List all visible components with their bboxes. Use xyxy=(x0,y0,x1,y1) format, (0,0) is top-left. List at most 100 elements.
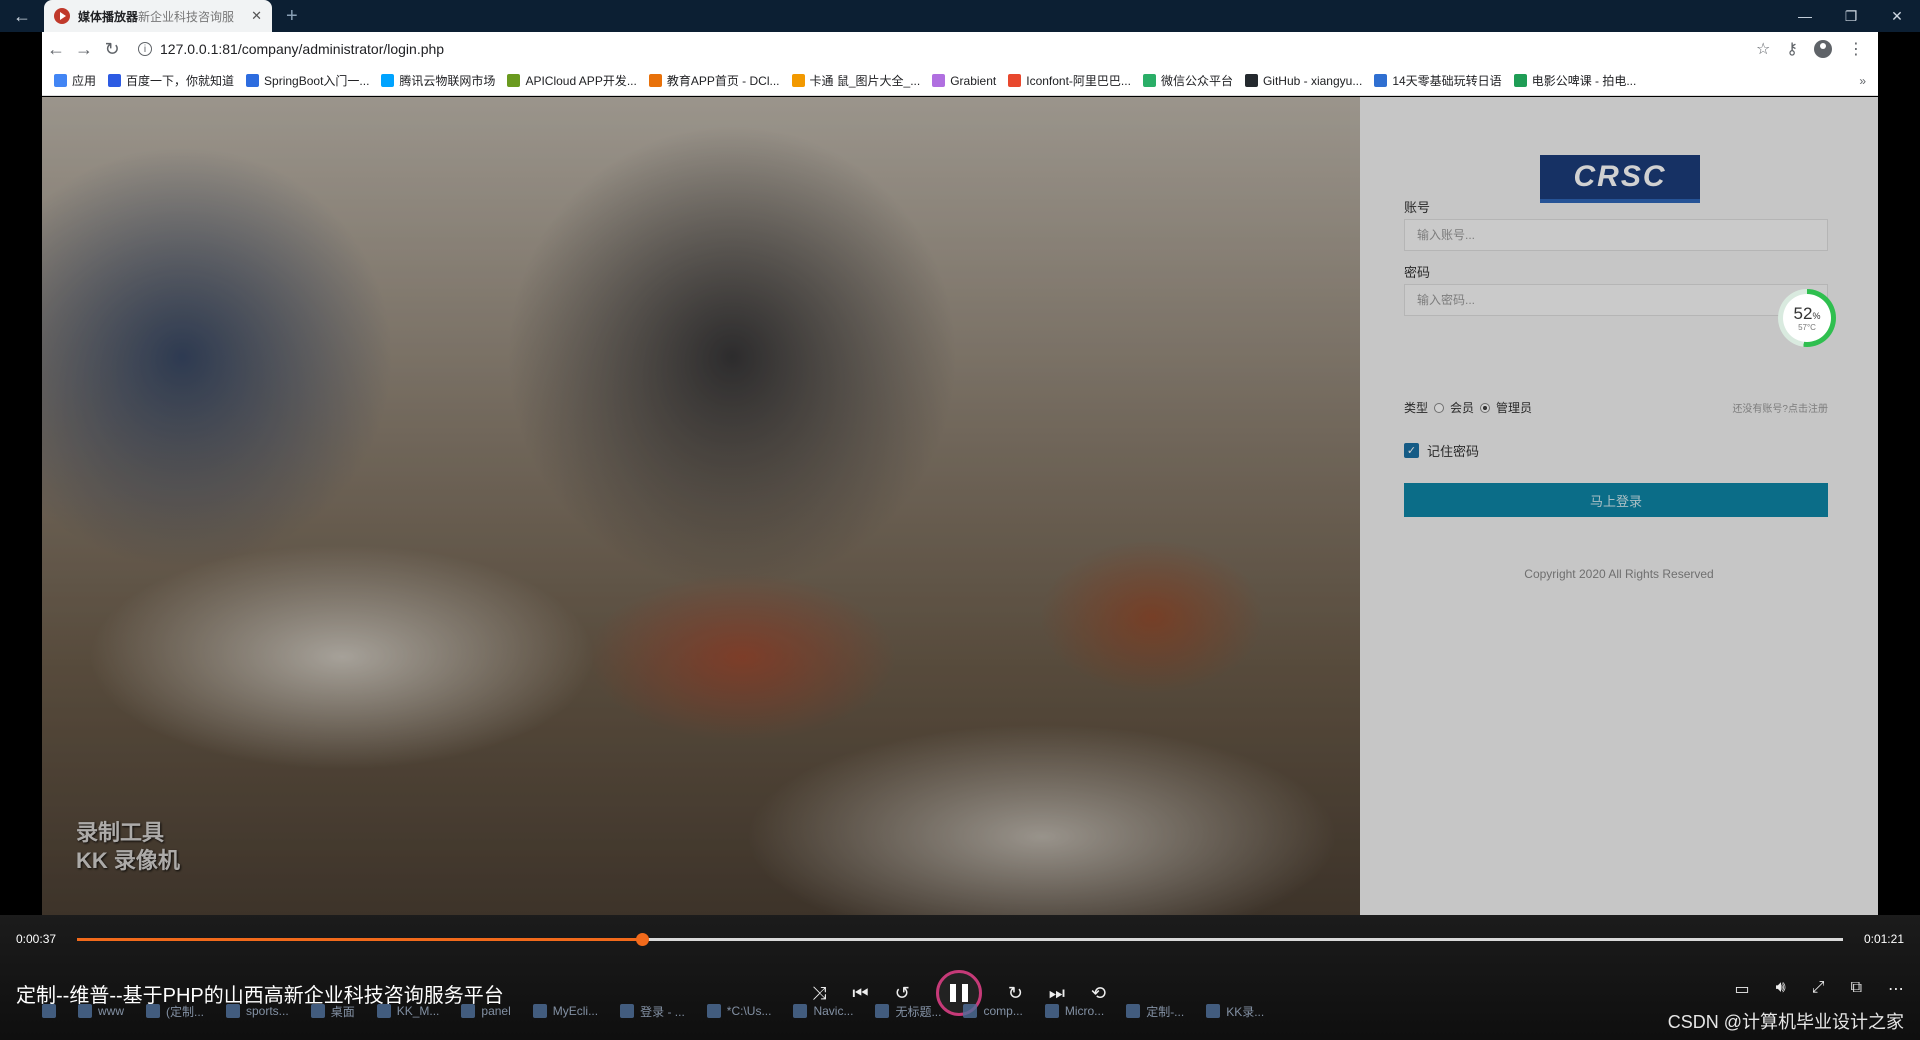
back-arrow-icon[interactable]: ← xyxy=(0,0,44,32)
address-bar[interactable]: i 127.0.0.1:81/company/administrator/log… xyxy=(138,41,444,57)
taskbar-app-icon xyxy=(461,1004,476,1018)
bookmark-item[interactable]: 卡通 鼠_图片大全_... xyxy=(791,72,921,89)
bookmark-item[interactable]: SpringBoot入门一... xyxy=(246,72,369,89)
login-panel: CRSC 账号 密码 类型 会员 管理员 还没有账号?点击注册 ✓ 记住密码 马… xyxy=(1360,97,1878,915)
key-icon[interactable]: ⚷ xyxy=(1786,39,1798,59)
bookmark-item[interactable]: 腾讯云物联网市场 xyxy=(381,72,495,89)
new-tab-button[interactable]: + xyxy=(286,5,298,28)
start-windows-icon[interactable] xyxy=(42,1004,56,1018)
bookmark-item[interactable]: GitHub - xiangyu... xyxy=(1244,74,1362,88)
csdn-credit: CSDN @计算机毕业设计之家 xyxy=(1667,1012,1904,1032)
taskbar-item[interactable]: www xyxy=(78,1004,124,1018)
taskbar-app-icon xyxy=(706,1004,721,1018)
taskbar-item[interactable]: Micro... xyxy=(1044,1004,1105,1018)
gauge-temp: 57°C xyxy=(1798,322,1816,332)
bookmark-favicon-icon xyxy=(1374,74,1388,87)
bookmark-favicon-icon xyxy=(108,74,122,87)
taskbar-item[interactable]: KK录... xyxy=(1206,1003,1264,1020)
taskbar-item-label: panel xyxy=(481,1004,511,1018)
bookmark-label: 腾讯云物联网市场 xyxy=(399,74,496,88)
cpu-gauge-widget[interactable]: 52% 57°C xyxy=(1778,289,1836,347)
password-input[interactable] xyxy=(1404,284,1828,316)
bookmark-item[interactable]: 教育APP首页 - DCl... xyxy=(648,72,780,89)
bookmark-item[interactable]: Iconfont-阿里巴巴... xyxy=(1008,72,1131,89)
bookmark-favicon-icon xyxy=(648,74,662,87)
url-text[interactable]: 127.0.0.1:81/company/administrator/login… xyxy=(160,41,444,57)
bookmark-favicon-icon xyxy=(246,74,260,87)
bookmark-label: 电影公啤课 - 拍电... xyxy=(1531,74,1637,88)
account-input[interactable] xyxy=(1404,219,1828,251)
taskbar: www (定制... sports... 桌面 KK_M... panel MyEcli..… xyxy=(42,996,1920,1026)
bookmark-label: 教育APP首页 - DCl... xyxy=(666,74,780,88)
bookmark-item[interactable]: 电影公啤课 - 拍电... xyxy=(1513,72,1637,89)
bookmark-favicon-icon xyxy=(1008,74,1022,87)
profile-avatar-icon[interactable] xyxy=(1814,40,1832,58)
register-link[interactable]: 还没有账号?点击注册 xyxy=(1732,400,1828,415)
bookmark-item[interactable]: 14天零基础玩转日语 xyxy=(1374,72,1502,89)
taskbar-item[interactable]: (定制... xyxy=(146,1003,204,1020)
bookmark-item[interactable]: 百度一下，你就知道 xyxy=(108,72,234,89)
taskbar-app-icon xyxy=(1206,1004,1221,1018)
bookmark-item[interactable]: 微信公众平台 xyxy=(1142,72,1233,89)
bookmark-label: 卡通 鼠_图片大全_... xyxy=(809,74,921,88)
taskbar-item[interactable]: 桌面 xyxy=(310,1003,355,1020)
close-window-button[interactable]: ✕ xyxy=(1874,0,1920,32)
current-time: 0:00:37 xyxy=(16,932,57,946)
taskbar-item-label: Micro... xyxy=(1064,1004,1105,1018)
bookmarks-overflow-icon[interactable]: » xyxy=(1859,74,1878,88)
tab-close-icon[interactable]: ✕ xyxy=(251,8,262,24)
bookmark-favicon-icon xyxy=(507,74,521,87)
radio-member[interactable] xyxy=(1434,402,1445,413)
recorder-watermark: 录制工具 KK 录像机 xyxy=(76,820,180,873)
checkbox-checked-icon[interactable]: ✓ xyxy=(1404,443,1419,458)
browser-toolbar: ← → ↻ i 127.0.0.1:81/company/administrat… xyxy=(42,32,1878,66)
type-label: 类型 xyxy=(1404,401,1429,415)
bookmark-label: Grabient xyxy=(950,73,997,88)
bookmark-star-icon[interactable]: ☆ xyxy=(1756,39,1770,59)
taskbar-item[interactable]: sports... xyxy=(226,1004,289,1018)
copyright-text: Copyright 2020 All Rights Reserved xyxy=(1524,567,1714,581)
taskbar-item[interactable]: comp... xyxy=(963,1004,1023,1018)
radio-admin-label[interactable]: 管理员 xyxy=(1496,399,1532,416)
taskbar-app-icon xyxy=(793,1004,808,1018)
taskbar-item[interactable]: 登录 - ... xyxy=(620,1003,685,1020)
taskbar-item[interactable]: 定制-... xyxy=(1126,1003,1184,1020)
browser-menu-icon[interactable]: ⋮ xyxy=(1848,39,1864,59)
taskbar-item[interactable]: Navic... xyxy=(793,1004,853,1018)
bookmark-label: 百度一下，你就知道 xyxy=(126,74,235,88)
taskbar-item[interactable]: panel xyxy=(461,1004,511,1018)
bookmark-favicon-icon xyxy=(381,74,395,87)
login-button[interactable]: 马上登录 xyxy=(1404,483,1828,517)
taskbar-item[interactable]: *C:\Us... xyxy=(706,1004,771,1018)
taskbar-item-label: www xyxy=(98,1004,124,1018)
user-type-row: 类型 会员 管理员 还没有账号?点击注册 xyxy=(1404,399,1828,416)
bookmark-item[interactable]: Grabient xyxy=(932,74,996,88)
taskbar-item-label: Navic... xyxy=(813,1004,854,1018)
bookmark-label: SpringBoot入门一... xyxy=(264,74,370,88)
taskbar-item-label: 登录 - ... xyxy=(640,1004,685,1019)
media-player-tab[interactable]: 媒体播放器新企业科技咨询服 ✕ xyxy=(44,0,272,32)
radio-member-label[interactable]: 会员 xyxy=(1450,399,1474,416)
bookmark-item[interactable]: APICloud APP开发... xyxy=(507,72,637,89)
info-icon[interactable]: i xyxy=(138,42,152,56)
browser-back-icon[interactable]: ← xyxy=(42,39,70,60)
seek-bar[interactable] xyxy=(77,933,1843,946)
browser-forward-icon[interactable]: → xyxy=(70,39,98,60)
minimize-button[interactable]: — xyxy=(1782,0,1828,32)
seek-handle[interactable] xyxy=(636,933,650,946)
radio-admin[interactable] xyxy=(1480,402,1491,413)
taskbar-item[interactable]: MyEcli... xyxy=(532,1004,598,1018)
taskbar-item[interactable]: 无标题... xyxy=(875,1003,941,1020)
restore-button[interactable]: ❐ xyxy=(1828,0,1874,32)
remember-me[interactable]: ✓ 记住密码 xyxy=(1404,441,1479,460)
crsc-logo: CRSC xyxy=(1540,155,1700,203)
taskbar-item[interactable]: KK_M... xyxy=(376,1004,439,1018)
taskbar-item-label: 定制-... xyxy=(1146,1004,1185,1019)
window-controls: — ❐ ✕ xyxy=(1782,0,1920,32)
taskbar-item-label: 无标题... xyxy=(895,1004,942,1019)
background-photo: 录制工具 KK 录像机 xyxy=(42,97,1360,915)
bookmark-item[interactable]: 应用 xyxy=(54,72,96,89)
account-label: 账号 xyxy=(1404,200,1431,215)
bookmark-label: 应用 xyxy=(72,74,97,88)
reload-icon[interactable]: ↻ xyxy=(98,39,126,60)
